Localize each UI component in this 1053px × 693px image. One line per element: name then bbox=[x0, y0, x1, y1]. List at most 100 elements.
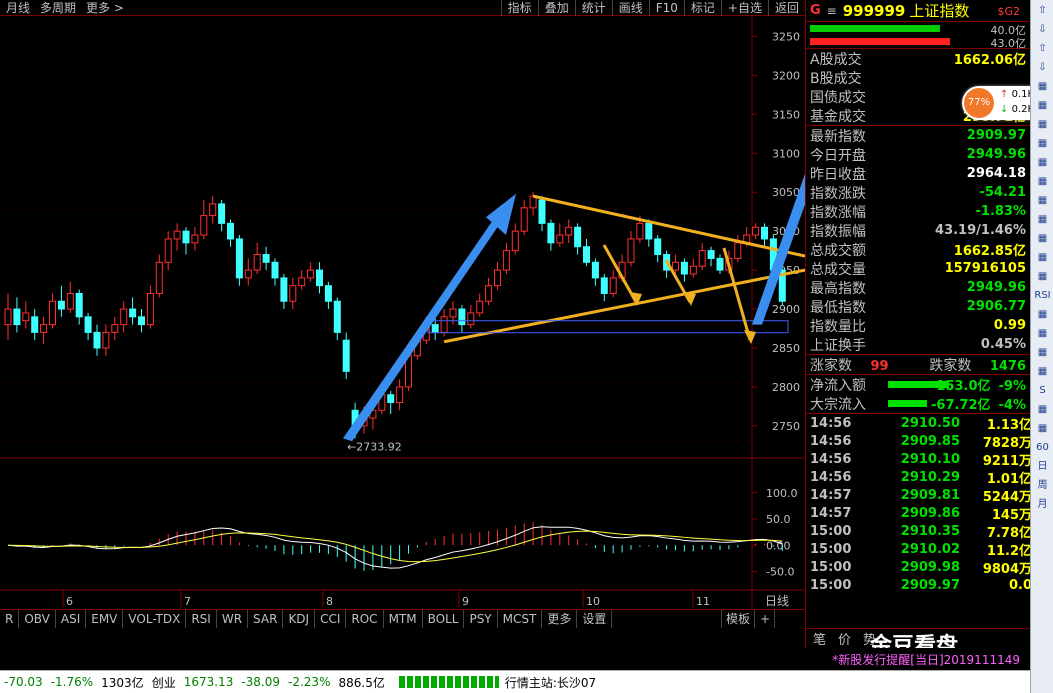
quote-row-label: 总成交额 bbox=[810, 242, 866, 259]
indicator-tab-cci[interactable]: CCI bbox=[315, 610, 347, 628]
side-tool-icon[interactable]: ▦ bbox=[1032, 192, 1053, 209]
tick-row: 15:00 2909.98 9804万 bbox=[806, 558, 1032, 577]
side-tool-icon[interactable]: ▦ bbox=[1032, 97, 1053, 114]
tick-list[interactable]: 14:56 2910.50 1.13亿 14:56 2909.85 7828万 14:56 2… bbox=[806, 414, 1032, 594]
tick-price: 2909.81 bbox=[900, 488, 960, 503]
status-bar: -70.03 -1.76% 1303亿 创业 1673.13 -38.09 -2.23% 88… bbox=[0, 670, 1030, 693]
speed-percent: 77% bbox=[964, 88, 994, 118]
side-tool-icon[interactable]: ▦ bbox=[1032, 401, 1053, 418]
side-tool-icon[interactable]: 周 bbox=[1032, 477, 1053, 494]
indicator-tab-mtm[interactable]: MTM bbox=[384, 610, 423, 628]
ipo-notice[interactable]: *新股发行提醒[当日]2019111149 bbox=[832, 651, 1020, 668]
quote-row-label: A股成交 bbox=[810, 51, 862, 68]
side-tool-icon[interactable]: 月 bbox=[1032, 496, 1053, 513]
indicator-tab-sar[interactable]: SAR bbox=[248, 610, 284, 628]
side-tool-icon[interactable]: ⇩ bbox=[1032, 21, 1053, 38]
candle-body bbox=[645, 222, 653, 240]
side-tool-icon[interactable]: 60 bbox=[1032, 439, 1053, 456]
period-0[interactable]: 月线 bbox=[6, 0, 30, 16]
side-tool-icon[interactable]: ▦ bbox=[1032, 78, 1053, 95]
side-tool-icon[interactable]: ▦ bbox=[1032, 306, 1053, 323]
tick-time: 14:56 bbox=[810, 416, 852, 431]
candle-body bbox=[155, 261, 163, 294]
quote-row-value: -54.21 bbox=[979, 185, 1026, 200]
toolbar-btn-2[interactable]: 统计 bbox=[574, 0, 612, 16]
candle-body bbox=[342, 339, 350, 372]
side-tool-icon[interactable]: RSI bbox=[1032, 287, 1053, 304]
side-tool-icon[interactable]: ▦ bbox=[1032, 268, 1053, 285]
template-button[interactable]: 模板 bbox=[720, 610, 755, 628]
candle-body bbox=[182, 230, 190, 244]
period-1[interactable]: 多周期 bbox=[40, 0, 76, 16]
quote-row: 上证换手 0.45% bbox=[806, 335, 1030, 354]
side-tool-icon[interactable]: ▦ bbox=[1032, 249, 1053, 266]
quote-row: 指数涨幅 -1.83% bbox=[806, 202, 1030, 221]
indicator-tab-emv[interactable]: EMV bbox=[86, 610, 124, 628]
toolbar-btn-0[interactable]: 指标 bbox=[500, 0, 538, 16]
market-tag: $G2 bbox=[997, 5, 1020, 18]
indicator-tab-boll[interactable]: BOLL bbox=[423, 610, 465, 628]
kline-chart[interactable]: 3250320031503100305030002950290028502800… bbox=[0, 17, 805, 609]
side-tool-icon[interactable]: ⇩ bbox=[1032, 59, 1053, 76]
tick-price: 2910.02 bbox=[900, 542, 960, 557]
indicator-tab-obv[interactable]: OBV bbox=[19, 610, 56, 628]
tick-row: 14:56 2910.10 9211万 bbox=[806, 450, 1032, 469]
side-tool-icon[interactable]: ▦ bbox=[1032, 211, 1053, 228]
toolbar-btn-3[interactable]: 画线 bbox=[611, 0, 649, 16]
price-tick-label: 3100 bbox=[772, 147, 800, 160]
decline-arrow bbox=[722, 247, 752, 341]
indicator-tab-r[interactable]: R bbox=[0, 610, 20, 628]
side-tool-icon[interactable]: ▦ bbox=[1032, 363, 1053, 380]
indicator-tab-asi[interactable]: ASI bbox=[56, 610, 87, 628]
fund-flow-pct: -9% bbox=[998, 379, 1026, 394]
up-count-label: 涨家数 bbox=[810, 357, 852, 374]
chart-spacer bbox=[719, 23, 749, 35]
quote-row-label: 最新指数 bbox=[810, 128, 866, 145]
side-tool-icon[interactable]: ⇧ bbox=[1032, 2, 1053, 19]
candle-body bbox=[680, 261, 688, 275]
candle-body bbox=[547, 222, 555, 244]
tick-price: 2910.35 bbox=[900, 524, 960, 539]
toolbar-btn-5[interactable]: 标记 bbox=[683, 0, 721, 16]
indicator-tab-roc[interactable]: ROC bbox=[346, 610, 384, 628]
tick-price: 2910.50 bbox=[900, 416, 960, 431]
quote-row-label: 上证换手 bbox=[810, 337, 866, 354]
side-tool-icon[interactable]: ▦ bbox=[1032, 344, 1053, 361]
indicator-tab-psy[interactable]: PSY bbox=[464, 610, 498, 628]
side-tool-icon[interactable]: 日 bbox=[1032, 458, 1053, 475]
quote-tab-0[interactable]: 笔 bbox=[813, 629, 826, 648]
indicator-tab-更多[interactable]: 更多 bbox=[542, 610, 578, 628]
side-tool-icon[interactable]: ▦ bbox=[1032, 420, 1053, 437]
side-tool-icon[interactable]: ▦ bbox=[1032, 173, 1053, 190]
toolbar-btn-6[interactable]: +自选 bbox=[720, 0, 768, 16]
quote-row-label: 指数涨幅 bbox=[810, 204, 866, 221]
indicator-tab-mcst[interactable]: MCST bbox=[498, 610, 543, 628]
indicator-tab-rsi[interactable]: RSI bbox=[186, 610, 217, 628]
quote-tab-1[interactable]: 价 bbox=[838, 629, 851, 648]
candle-body bbox=[467, 312, 475, 326]
quote-row-label: 最高指数 bbox=[810, 280, 866, 297]
indicator-tab-设置[interactable]: 设置 bbox=[577, 610, 613, 628]
menu-icon[interactable]: ≡ bbox=[827, 4, 837, 18]
indicator-tab-kdj[interactable]: KDJ bbox=[283, 610, 316, 628]
toolbar-btn-4[interactable]: F10 bbox=[648, 0, 684, 16]
side-tool-icon[interactable]: ▦ bbox=[1032, 230, 1053, 247]
side-tool-icon[interactable]: ▦ bbox=[1032, 325, 1053, 342]
rally-arrow bbox=[343, 211, 508, 442]
period-2[interactable]: 更多 > bbox=[86, 0, 124, 16]
period-label: 日线 bbox=[765, 594, 789, 608]
indicator-tab-vol-tdx[interactable]: VOL-TDX bbox=[123, 610, 187, 628]
candle-body bbox=[387, 394, 395, 403]
indicator-tab-wr[interactable]: WR bbox=[217, 610, 249, 628]
candle-body bbox=[324, 285, 332, 302]
side-tool-icon[interactable]: S bbox=[1032, 382, 1053, 399]
side-tool-icon[interactable]: ▦ bbox=[1032, 154, 1053, 171]
side-tool-icon[interactable]: ⇧ bbox=[1032, 40, 1053, 57]
side-tool-icon[interactable]: ▦ bbox=[1032, 135, 1053, 152]
add-button[interactable]: + bbox=[756, 610, 775, 628]
toolbar-btn-7[interactable]: 返回 bbox=[767, 0, 805, 16]
toolbar-btn-1[interactable]: 叠加 bbox=[537, 0, 575, 16]
server-status[interactable]: 行情主站:长沙07 bbox=[505, 674, 596, 691]
side-tool-icon[interactable]: ▦ bbox=[1032, 116, 1053, 133]
macd-tick-label: 100.0 bbox=[766, 487, 798, 500]
